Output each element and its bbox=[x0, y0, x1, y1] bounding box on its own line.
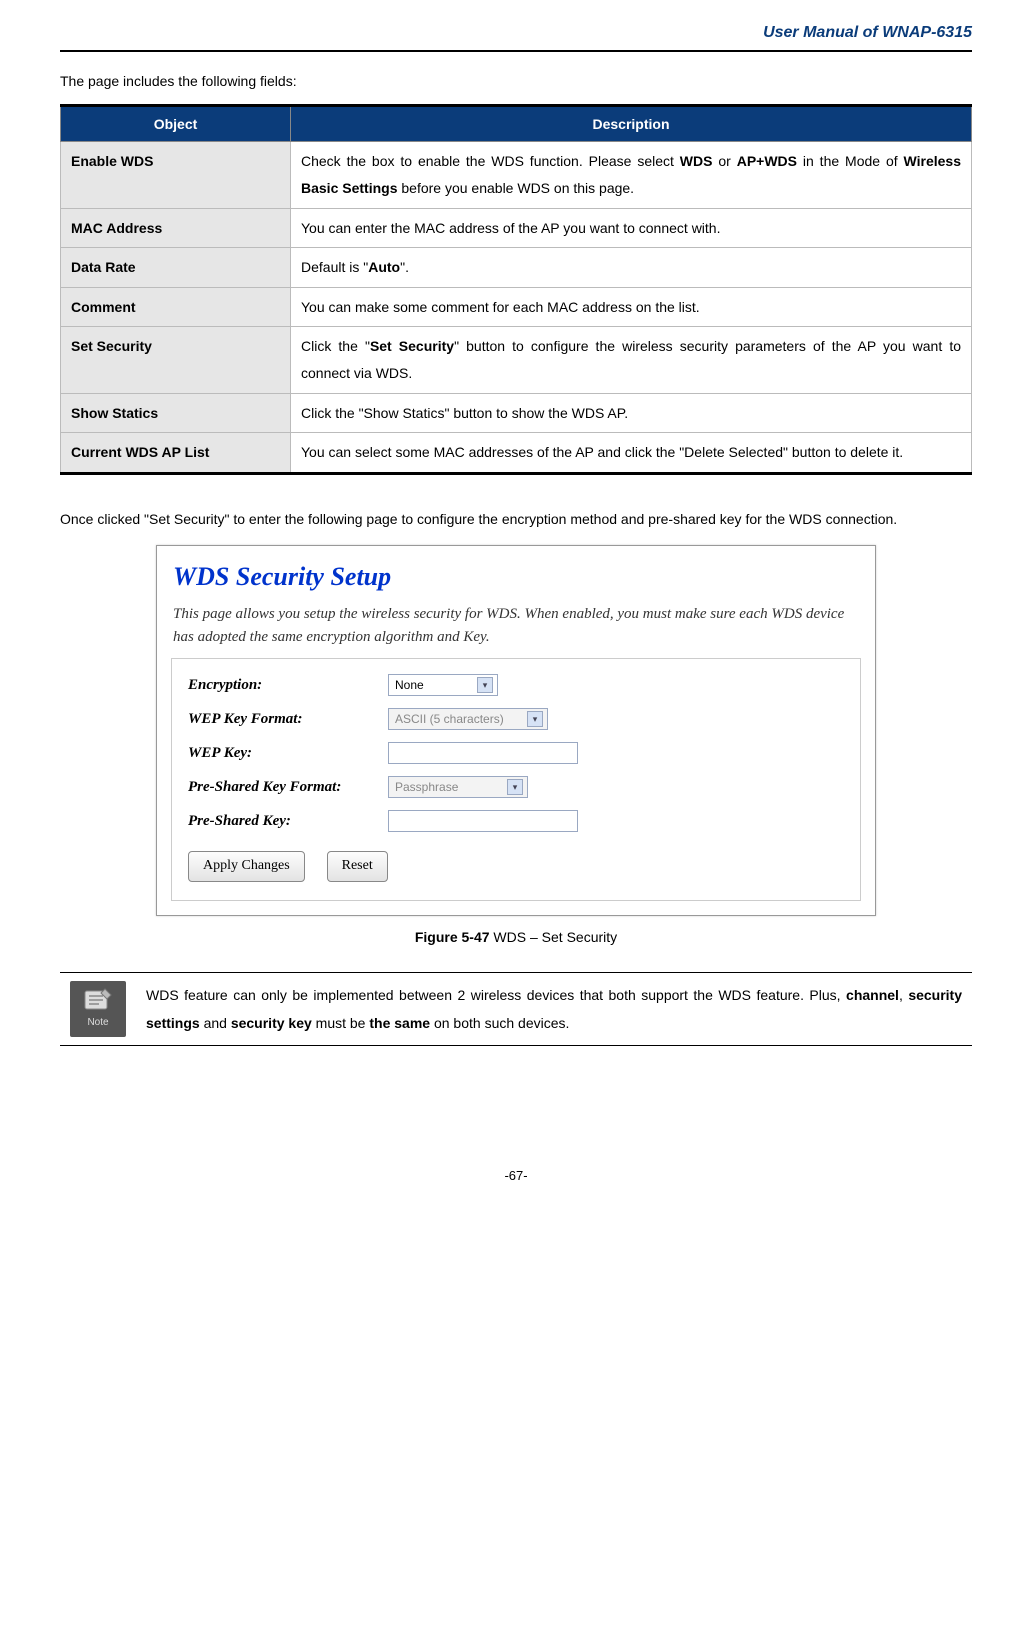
chevron-down-icon: ▾ bbox=[477, 677, 493, 693]
input-psk[interactable] bbox=[388, 810, 578, 832]
fields-table: Object Description Enable WDSCheck the b… bbox=[60, 104, 972, 475]
cell-description: You can make some comment for each MAC a… bbox=[291, 287, 972, 327]
cell-object: Set Security bbox=[61, 327, 291, 393]
label-encryption: Encryption: bbox=[188, 673, 388, 697]
table-row: Set SecurityClick the "Set Security" but… bbox=[61, 327, 972, 393]
th-object: Object bbox=[61, 105, 291, 141]
page-number: -67- bbox=[60, 1166, 972, 1187]
cell-object: Comment bbox=[61, 287, 291, 327]
chevron-down-icon: ▾ bbox=[507, 779, 523, 795]
cell-object: Current WDS AP List bbox=[61, 433, 291, 474]
body-paragraph: Once clicked "Set Security" to enter the… bbox=[60, 505, 972, 533]
note-text: WDS feature can only be implemented betw… bbox=[136, 973, 972, 1046]
figure-text: WDS – Set Security bbox=[490, 929, 618, 945]
intro-text: The page includes the following fields: bbox=[60, 70, 972, 92]
label-wep-format: WEP Key Format: bbox=[188, 707, 388, 731]
screenshot-form: Encryption: None ▾ WEP Key Format: ASCII… bbox=[171, 658, 861, 900]
header-rule bbox=[60, 50, 972, 52]
label-psk-format: Pre-Shared Key Format: bbox=[188, 775, 388, 799]
select-encryption[interactable]: None ▾ bbox=[388, 674, 498, 696]
cell-description: Click the "Set Security" button to confi… bbox=[291, 327, 972, 393]
input-wep-key[interactable] bbox=[388, 742, 578, 764]
note-box: Note WDS feature can only be implemented… bbox=[60, 972, 972, 1046]
figure-caption: Figure 5-47 WDS – Set Security bbox=[60, 926, 972, 948]
cell-description: You can select some MAC addresses of the… bbox=[291, 433, 972, 474]
cell-description: Check the box to enable the WDS function… bbox=[291, 142, 972, 208]
chevron-down-icon: ▾ bbox=[527, 711, 543, 727]
select-wep-format: ASCII (5 characters) ▾ bbox=[388, 708, 548, 730]
th-description: Description bbox=[291, 105, 972, 141]
cell-description: Click the "Show Statics" button to show … bbox=[291, 393, 972, 433]
cell-object: Data Rate bbox=[61, 248, 291, 288]
table-row: CommentYou can make some comment for eac… bbox=[61, 287, 972, 327]
label-wep-key: WEP Key: bbox=[188, 741, 388, 765]
doc-header-title: User Manual of WNAP-6315 bbox=[60, 20, 972, 50]
select-psk-format: Passphrase ▾ bbox=[388, 776, 528, 798]
table-row: Show StaticsClick the "Show Statics" but… bbox=[61, 393, 972, 433]
reset-button[interactable]: Reset bbox=[327, 851, 388, 881]
select-encryption-value: None bbox=[395, 676, 424, 695]
cell-object: MAC Address bbox=[61, 208, 291, 248]
select-psk-format-value: Passphrase bbox=[395, 778, 458, 797]
label-psk: Pre-Shared Key: bbox=[188, 809, 388, 833]
apply-changes-button[interactable]: Apply Changes bbox=[188, 851, 305, 881]
cell-object: Enable WDS bbox=[61, 142, 291, 208]
table-row: MAC AddressYou can enter the MAC address… bbox=[61, 208, 972, 248]
select-wep-format-value: ASCII (5 characters) bbox=[395, 710, 504, 729]
cell-description: Default is "Auto". bbox=[291, 248, 972, 288]
figure-label: Figure 5-47 bbox=[415, 929, 490, 945]
wds-security-screenshot: WDS Security Setup This page allows you … bbox=[156, 545, 876, 916]
table-row: Current WDS AP ListYou can select some M… bbox=[61, 433, 972, 474]
screenshot-subtitle: This page allows you setup the wireless … bbox=[157, 597, 875, 658]
cell-description: You can enter the MAC address of the AP … bbox=[291, 208, 972, 248]
note-icon-label: Note bbox=[87, 1015, 108, 1031]
table-row: Data RateDefault is "Auto". bbox=[61, 248, 972, 288]
note-icon: Note bbox=[70, 981, 126, 1037]
table-row: Enable WDSCheck the box to enable the WD… bbox=[61, 142, 972, 208]
screenshot-title: WDS Security Setup bbox=[157, 546, 875, 598]
cell-object: Show Statics bbox=[61, 393, 291, 433]
